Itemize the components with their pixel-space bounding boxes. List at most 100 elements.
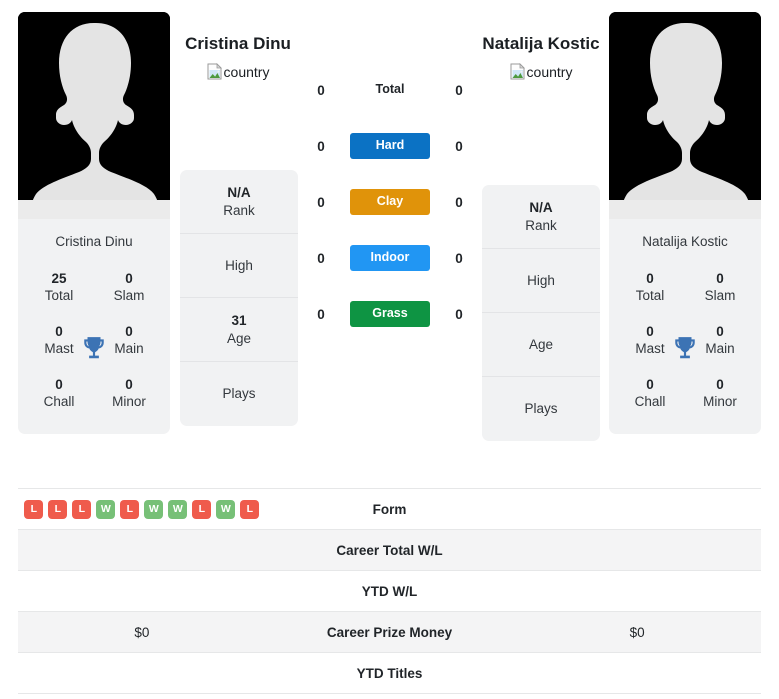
info-label: Rank <box>525 217 557 233</box>
info-row-age: 31 Age <box>180 298 298 362</box>
stat-cell: 0 Slam <box>94 262 164 315</box>
table-cell-label: Career Total W/L <box>336 542 443 558</box>
info-row-high: High <box>180 234 298 298</box>
player-name-left[interactable]: Cristina Dinu <box>163 32 313 56</box>
player-info-column-right: N/A Rank High Age Plays <box>482 185 600 441</box>
player-header-right: Natalija Kostic country <box>466 32 616 85</box>
surface-comparison-column: 0 Total 0 0 Hard 0 0 Clay 0 0 Indoor 0 0 Grass 0 <box>310 62 470 342</box>
country-flag-left: country <box>207 63 270 80</box>
stat-value: 0 <box>716 271 724 287</box>
form-chip-loss[interactable]: L <box>120 499 140 519</box>
info-row-rank: N/A Rank <box>482 185 600 249</box>
table-row: YTD W/L <box>18 571 761 612</box>
stat-cell: 0 Minor <box>685 368 755 421</box>
player-stat-grid-left: 25 Total 0 Slam 0 Mast 0 Main 0 Chall 0 … <box>18 262 170 434</box>
form-chip-loss[interactable]: L <box>72 499 92 519</box>
stat-label: Slam <box>704 288 736 304</box>
surface-row-grass: 0 Grass 0 <box>310 286 470 342</box>
comparison-header-area: Cristina Dinu 25 Total 0 Slam 0 Mast 0 M… <box>0 0 779 478</box>
player-card-left[interactable]: Cristina Dinu 25 Total 0 Slam 0 Mast 0 M… <box>18 12 170 435</box>
table-cell-label: YTD Titles <box>356 665 423 681</box>
form-chip-win[interactable]: W <box>216 499 236 519</box>
player-card-name-right: Natalija Kostic <box>642 234 728 249</box>
surface-score-left: 0 <box>317 306 325 322</box>
form-chip-win[interactable]: W <box>96 499 116 519</box>
country-alt-text-left: country <box>223 63 270 80</box>
stat-label: Total <box>44 288 74 304</box>
table-cell-right <box>513 653 761 693</box>
player-card-right[interactable]: Natalija Kostic 0 Total 0 Slam 0 Mast 0 … <box>609 12 761 435</box>
form-chip-loss[interactable]: L <box>48 499 68 519</box>
stat-label: Minor <box>112 393 146 409</box>
table-cell-left <box>18 530 266 570</box>
surface-score-right: 0 <box>455 250 463 266</box>
surface-score-right: 0 <box>455 306 463 322</box>
table-row: Career Total W/L <box>18 530 761 571</box>
player-name-right[interactable]: Natalija Kostic <box>466 32 616 56</box>
trophy-icon <box>675 337 695 359</box>
info-label: Rank <box>223 202 255 218</box>
info-row-rank: N/A Rank <box>180 170 298 234</box>
trophy-icon <box>84 337 104 359</box>
broken-image-icon <box>207 63 222 80</box>
country-flag-right: country <box>510 63 573 80</box>
info-value: N/A <box>227 184 251 200</box>
stat-label: Slam <box>113 288 145 304</box>
surface-score-left: 0 <box>317 138 325 154</box>
info-row-high: High <box>482 249 600 313</box>
stat-cell: 0 Chall <box>615 368 685 421</box>
surface-label-indoor[interactable]: Indoor <box>350 245 430 271</box>
surface-score-right: 0 <box>455 82 463 98</box>
form-chip-win[interactable]: W <box>144 499 164 519</box>
surface-label-grass[interactable]: Grass <box>350 301 430 327</box>
career-stats-table: L L L W L W W L W L Form Career Total W/L YTD W/L $0 C… <box>18 488 761 694</box>
stat-cell: 0 Slam <box>685 262 755 315</box>
surface-row-clay: 0 Clay 0 <box>310 174 470 230</box>
surface-label-hard[interactable]: Hard <box>350 133 430 159</box>
player-header-left: Cristina Dinu country <box>163 32 313 85</box>
player-silhouette-icon <box>18 12 170 219</box>
form-chip-loss[interactable]: L <box>24 499 44 519</box>
table-cell-right: $0 <box>629 624 645 640</box>
stat-value: 25 <box>51 271 67 287</box>
table-cell-left <box>18 653 266 693</box>
broken-image-icon <box>510 63 525 80</box>
info-row-plays: Plays <box>180 362 298 426</box>
info-value: 31 <box>231 312 247 328</box>
surface-score-left: 0 <box>317 82 325 98</box>
surface-row-hard: 0 Hard 0 <box>310 118 470 174</box>
stat-label: Minor <box>703 393 737 409</box>
stat-label: Chall <box>43 393 75 409</box>
table-row: $0 Career Prize Money $0 <box>18 612 761 653</box>
table-cell-left <box>18 571 266 611</box>
table-cell-label: Career Prize Money <box>326 624 453 640</box>
surface-row-total: 0 Total 0 <box>310 62 470 118</box>
stat-cell: 0 Total <box>615 262 685 315</box>
stat-value: 0 <box>646 376 654 392</box>
table-cell-right <box>513 489 761 529</box>
player-card-name-left: Cristina Dinu <box>55 234 133 249</box>
country-alt-text-right: country <box>526 63 573 80</box>
info-label: High <box>225 257 253 273</box>
table-cell-right <box>513 571 761 611</box>
form-chip-win[interactable]: W <box>168 499 188 519</box>
info-label: Age <box>528 336 554 352</box>
table-cell-right <box>513 530 761 570</box>
info-row-age: Age <box>482 313 600 377</box>
table-cell-label: YTD W/L <box>361 583 418 599</box>
player-info-column-left: N/A Rank High 31 Age Plays <box>180 170 298 426</box>
table-row: YTD Titles <box>18 653 761 694</box>
surface-label-total: Total <box>375 82 405 97</box>
stat-value: 0 <box>716 376 724 392</box>
info-label: High <box>527 272 555 288</box>
stat-value: 0 <box>125 376 133 392</box>
player-comparison-page: Cristina Dinu 25 Total 0 Slam 0 Mast 0 M… <box>0 0 779 699</box>
stat-value: 0 <box>125 271 133 287</box>
surface-score-right: 0 <box>455 138 463 154</box>
stat-label: Total <box>635 288 665 304</box>
surface-label-clay[interactable]: Clay <box>350 189 430 215</box>
player-stat-grid-right: 0 Total 0 Slam 0 Mast 0 Main 0 Chall 0 M… <box>609 262 761 434</box>
stat-cell: 25 Total <box>24 262 94 315</box>
form-chip-loss[interactable]: L <box>240 499 260 519</box>
form-chip-loss[interactable]: L <box>192 499 212 519</box>
